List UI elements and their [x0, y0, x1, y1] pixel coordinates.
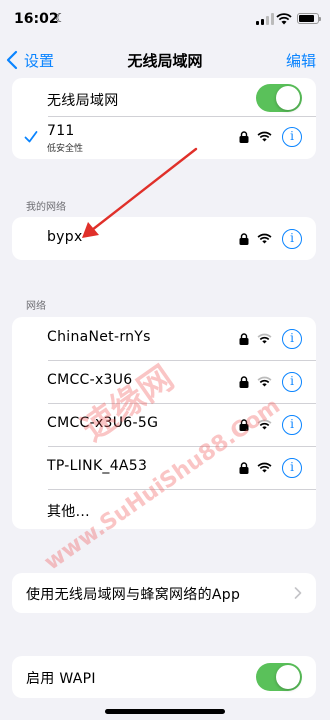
- info-icon[interactable]: i: [282, 458, 302, 478]
- wlan-toggle[interactable]: [256, 84, 302, 112]
- moon-icon: ☾: [55, 11, 66, 25]
- edit-button[interactable]: 编辑: [286, 50, 316, 71]
- status-bar: 16:02 ☾: [0, 0, 330, 40]
- checkmark-icon: [24, 131, 38, 143]
- wlan-group: 无线局域网 711 低安全性 i: [12, 78, 316, 159]
- navigation-bar: 设置 无线局域网 编辑: [0, 40, 330, 80]
- other-network-row[interactable]: 其他...: [12, 489, 316, 529]
- security-warning-text: 低安全性: [47, 144, 84, 154]
- lock-icon: [239, 233, 249, 245]
- wapi-row: 启用 WAPI: [12, 656, 316, 698]
- chevron-right-icon: [294, 587, 302, 599]
- network-row[interactable]: TP-LINK_4A53 i: [12, 446, 316, 489]
- other-network-label: 其他...: [47, 504, 90, 520]
- wlan-toggle-row: 无线局域网: [12, 78, 316, 116]
- home-indicator: [105, 709, 225, 714]
- app-settings-label: 使用无线局域网与蜂窝网络的App: [26, 587, 241, 603]
- battery-icon: [297, 13, 321, 24]
- lock-icon: [239, 131, 249, 143]
- wlan-toggle-label: 无线局域网: [47, 93, 119, 109]
- lock-icon: [239, 419, 249, 431]
- wifi-signal-icon: [257, 376, 272, 387]
- network-row[interactable]: CMCC-x3U6 i: [12, 360, 316, 403]
- networks-group: ChinaNet-rnYs i CMCC-x3U6 i CMCC-x3U6-5G: [12, 317, 316, 529]
- lock-icon: [239, 462, 249, 474]
- wapi-toggle[interactable]: [256, 663, 302, 691]
- wifi-signal-icon: [257, 462, 272, 473]
- networks-header: 网络: [26, 301, 46, 312]
- wifi-signal-icon: [257, 233, 272, 244]
- info-icon[interactable]: i: [282, 415, 302, 435]
- network-row[interactable]: CMCC-x3U6-5G i: [12, 403, 316, 446]
- network-name: bypx: [47, 229, 83, 245]
- wifi-signal-icon: [257, 419, 272, 430]
- wapi-label: 启用 WAPI: [26, 671, 96, 687]
- network-row-bypx[interactable]: bypx i: [12, 217, 316, 260]
- page-title: 无线局域网: [127, 52, 203, 70]
- wifi-signal-icon: [257, 131, 272, 142]
- network-row[interactable]: ChinaNet-rnYs i: [12, 317, 316, 360]
- wifi-signal-icon: [257, 333, 272, 344]
- connected-network-row[interactable]: 711 低安全性 i: [12, 116, 316, 159]
- wifi-status-icon: [276, 13, 292, 25]
- info-icon[interactable]: i: [282, 329, 302, 349]
- lock-icon: [239, 376, 249, 388]
- network-name: ChinaNet-rnYs: [47, 329, 151, 345]
- wapi-group: 启用 WAPI: [12, 656, 316, 698]
- network-name: TP-LINK_4A53: [47, 458, 148, 474]
- connected-network-name: 711: [47, 123, 75, 139]
- info-icon[interactable]: i: [282, 372, 302, 392]
- network-name: CMCC-x3U6-5G: [47, 415, 159, 431]
- app-settings-group: 使用无线局域网与蜂窝网络的App: [12, 573, 316, 613]
- app-settings-row[interactable]: 使用无线局域网与蜂窝网络的App: [12, 573, 316, 613]
- network-name: CMCC-x3U6: [47, 372, 133, 388]
- info-icon[interactable]: i: [282, 127, 302, 147]
- my-networks-header: 我的网络: [26, 202, 66, 213]
- my-networks-group: bypx i: [12, 217, 316, 260]
- lock-icon: [239, 333, 249, 345]
- status-time: 16:02: [14, 11, 59, 27]
- info-icon[interactable]: i: [282, 229, 302, 249]
- cellular-signal-icon: [256, 13, 274, 25]
